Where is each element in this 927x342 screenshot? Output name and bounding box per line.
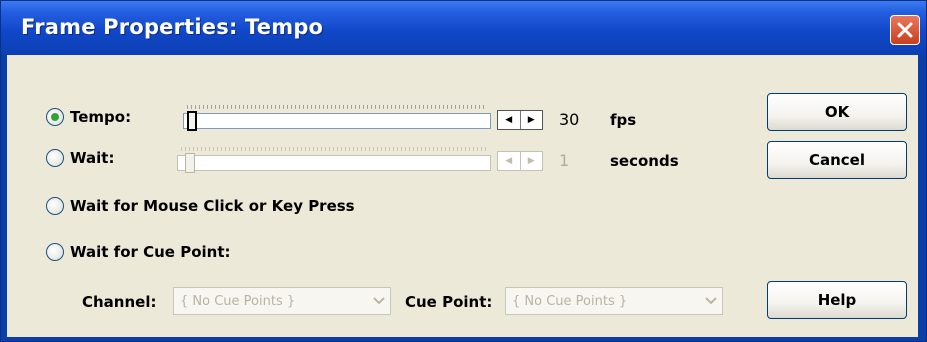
- wait-unit: seconds: [610, 152, 679, 170]
- close-button[interactable]: [890, 15, 920, 45]
- chevron-down-icon[interactable]: [368, 288, 390, 314]
- wait-radio[interactable]: [46, 149, 64, 167]
- cuepoint-select-value: { No Cue Points }: [512, 293, 628, 309]
- tempo-slider[interactable]: [183, 105, 491, 131]
- cuepoint-label: Cue Point:: [405, 293, 493, 311]
- wait-cue-radio[interactable]: [46, 243, 64, 261]
- arrow-right-icon[interactable]: ▶: [521, 152, 543, 170]
- wait-label: Wait:: [70, 149, 115, 167]
- wait-slider-track: [177, 155, 491, 171]
- channel-label: Channel:: [82, 293, 157, 311]
- wait-slider-thumb[interactable]: [185, 153, 195, 173]
- tempo-slider-track: [183, 113, 491, 129]
- help-button[interactable]: Help: [767, 281, 907, 319]
- wait-option[interactable]: Wait:: [46, 149, 114, 167]
- arrow-right-icon[interactable]: ▶: [521, 111, 543, 129]
- tempo-option[interactable]: Tempo:: [46, 108, 131, 126]
- tempo-value: 30: [559, 110, 580, 129]
- close-icon: [897, 22, 913, 38]
- channel-select[interactable]: { No Cue Points }: [173, 287, 391, 315]
- tempo-label: Tempo:: [70, 108, 132, 126]
- tempo-unit: fps: [610, 111, 637, 129]
- wait-mouse-label: Wait for Mouse Click or Key Press: [70, 197, 355, 215]
- wait-mouse-option[interactable]: Wait for Mouse Click or Key Press: [46, 197, 355, 215]
- channel-select-value: { No Cue Points }: [180, 293, 296, 309]
- window-title: Frame Properties: Tempo: [21, 15, 324, 39]
- cancel-button[interactable]: Cancel: [767, 141, 907, 179]
- wait-slider-ticks: [181, 147, 487, 151]
- tempo-stepper[interactable]: ◀ ▶: [497, 110, 543, 130]
- wait-slider[interactable]: [177, 147, 491, 173]
- dialog-body: Tempo: ◀ ▶ 30 fps Wait: ◀ ▶ 1 seconds Wa…: [7, 55, 918, 337]
- dialog-window: Frame Properties: Tempo Tempo: ◀ ▶ 30 fp…: [0, 0, 927, 342]
- wait-cue-label: Wait for Cue Point:: [70, 243, 231, 261]
- wait-value: 1: [559, 151, 570, 170]
- chevron-down-icon[interactable]: [700, 288, 722, 314]
- wait-cue-option[interactable]: Wait for Cue Point:: [46, 243, 231, 261]
- title-bar[interactable]: Frame Properties: Tempo: [1, 1, 926, 55]
- arrow-left-icon[interactable]: ◀: [498, 152, 521, 170]
- tempo-radio[interactable]: [46, 108, 64, 126]
- cuepoint-select[interactable]: { No Cue Points }: [505, 287, 723, 315]
- arrow-left-icon[interactable]: ◀: [498, 111, 521, 129]
- wait-stepper[interactable]: ◀ ▶: [497, 151, 543, 171]
- wait-mouse-radio[interactable]: [46, 197, 64, 215]
- tempo-slider-thumb[interactable]: [187, 111, 197, 131]
- ok-button[interactable]: OK: [767, 93, 907, 131]
- tempo-slider-ticks: [187, 105, 487, 109]
